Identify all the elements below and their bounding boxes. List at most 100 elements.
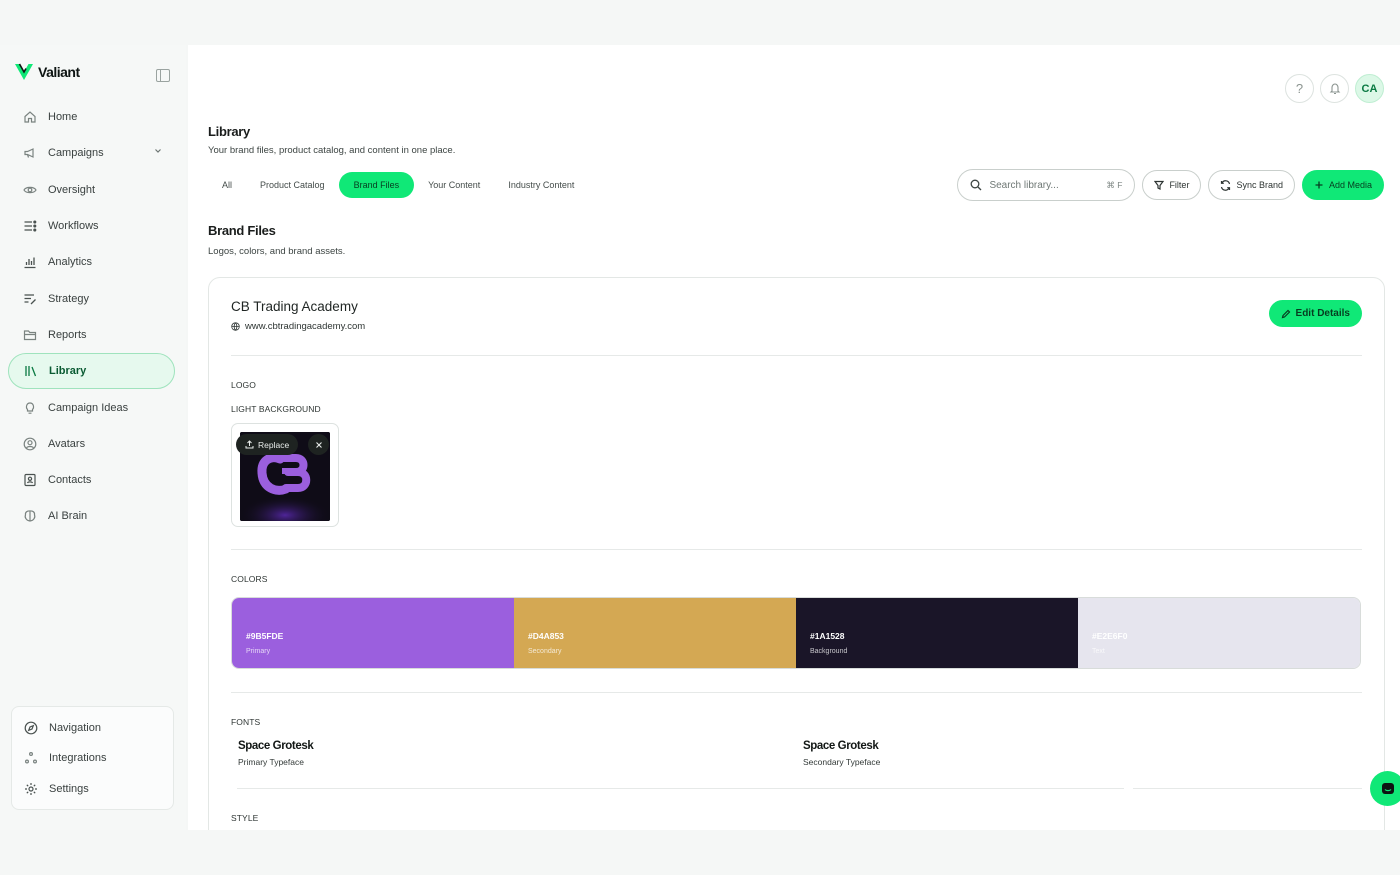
sidebar-item-ai-brain[interactable]: AI Brain [8, 498, 175, 534]
fonts-section-label: FONTS [231, 717, 261, 727]
search-input[interactable]: Search library... ⌘ F [957, 169, 1136, 201]
header-actions: ? CA [1285, 74, 1384, 103]
search-shortcut: ⌘ F [1106, 179, 1123, 190]
tab-product-catalog[interactable]: Product Catalog [246, 172, 339, 198]
swatch-hex: #9B5FDE [246, 631, 284, 641]
sync-brand-button[interactable]: Sync Brand [1208, 170, 1295, 200]
library-toolbar: Search library... ⌘ F Filter Sync Brand … [957, 169, 1384, 201]
user-avatar[interactable]: CA [1355, 74, 1384, 103]
search-placeholder: Search library... [989, 179, 1059, 191]
sidebar-item-label: Library [49, 365, 87, 378]
sidebar-item-integrations[interactable]: Integrations [12, 743, 173, 773]
color-swatch-secondary[interactable]: #D4A853 Secondary [514, 598, 796, 668]
strategy-icon [22, 291, 37, 306]
megaphone-icon [22, 146, 37, 161]
remove-logo-button[interactable] [308, 434, 329, 455]
sidebar-item-navigation[interactable]: Navigation [12, 713, 173, 743]
sidebar-item-label: Campaigns [48, 147, 104, 160]
swatch-hex: #D4A853 [528, 631, 564, 641]
tab-your-content[interactable]: Your Content [414, 172, 494, 198]
sidebar-item-contacts[interactable]: Contacts [8, 462, 175, 498]
sidebar-item-oversight[interactable]: Oversight [8, 172, 175, 208]
sidebar-item-label: Workflows [48, 220, 99, 233]
sidebar-item-label: Strategy [48, 292, 89, 305]
divider [231, 355, 1362, 356]
filter-label: Filter [1169, 180, 1190, 190]
help-button[interactable]: ? [1285, 74, 1314, 103]
sidebar: Valiant Home Campaigns Oversight Workflo… [0, 45, 186, 830]
brand-name: Valiant [38, 64, 80, 80]
brand-url-text: www.cbtradingacademy.com [245, 321, 366, 332]
divider [231, 692, 1362, 693]
close-icon [315, 441, 322, 448]
bar-chart-icon [22, 255, 37, 270]
primary-font-role: Primary Typeface [238, 757, 304, 767]
swatch-role: Primary [246, 648, 271, 655]
sidebar-item-label: Navigation [49, 722, 101, 735]
sidebar-item-label: Contacts [48, 474, 92, 487]
upload-icon [245, 440, 254, 449]
section-title: Brand Files [208, 223, 276, 238]
sidebar-toggle-icon[interactable] [156, 69, 170, 82]
main-panel: ? CA Library Your brand files, product c… [188, 45, 1400, 830]
user-circle-icon [22, 436, 37, 451]
sidebar-nav: Home Campaigns Oversight Workflows Analy… [8, 99, 175, 535]
sidebar-item-label: AI Brain [48, 510, 88, 523]
notifications-button[interactable] [1320, 74, 1349, 103]
sidebar-item-home[interactable]: Home [8, 99, 175, 135]
secondary-font-name: Space Grotesk [803, 740, 879, 752]
tab-all[interactable]: All [208, 172, 246, 198]
colors-section-label: COLORS [231, 574, 268, 584]
sidebar-item-workflows[interactable]: Workflows [8, 208, 175, 244]
sidebar-item-library[interactable]: Library [8, 353, 175, 390]
sidebar-item-label: Settings [49, 782, 89, 795]
lightbulb-icon [22, 400, 37, 415]
color-palette: #9B5FDE Primary #D4A853 Secondary #1A152… [231, 597, 1361, 669]
chevron-down-icon[interactable] [153, 146, 163, 156]
filter-button[interactable]: Filter [1142, 170, 1202, 200]
brand-url[interactable]: www.cbtradingacademy.com [231, 321, 365, 332]
library-tabs: All Product Catalog Brand Files Your Con… [208, 172, 588, 198]
color-swatch-primary[interactable]: #9B5FDE Primary [232, 598, 514, 668]
page-subtitle: Your brand files, product catalog, and c… [208, 145, 456, 156]
swatch-role: Text [1092, 648, 1105, 655]
secondary-font-role: Secondary Typeface [803, 757, 881, 767]
sidebar-item-label: Avatars [48, 437, 86, 450]
replace-logo-button[interactable]: Replace [236, 434, 299, 455]
sidebar-item-campaign-ideas[interactable]: Campaign Ideas [8, 389, 175, 425]
tab-industry-content[interactable]: Industry Content [494, 172, 588, 198]
color-swatch-background[interactable]: #1A1528 Background [796, 598, 1078, 668]
section-subtitle: Logos, colors, and brand assets. [208, 246, 346, 257]
primary-font-name: Space Grotesk [238, 740, 314, 752]
edit-details-button[interactable]: Edit Details [1268, 300, 1362, 327]
sidebar-item-campaigns[interactable]: Campaigns [8, 135, 175, 171]
bell-icon [1329, 83, 1340, 95]
sidebar-item-reports[interactable]: Reports [8, 317, 175, 353]
style-section-label: STYLE [231, 813, 259, 823]
refresh-icon [1221, 179, 1231, 191]
sidebar-item-analytics[interactable]: Analytics [8, 244, 175, 280]
brand-card-name: CB Trading Academy [231, 299, 358, 314]
sidebar-item-label: Reports [48, 328, 87, 341]
chat-icon [1381, 782, 1394, 794]
sidebar-item-avatars[interactable]: Avatars [8, 426, 175, 462]
logo-upload-tile[interactable]: Replace [231, 423, 339, 527]
plus-icon [1315, 181, 1323, 189]
search-icon [970, 179, 982, 191]
color-swatch-text[interactable]: #E2E6F0 Text [1078, 598, 1360, 668]
chat-support-button[interactable] [1370, 771, 1400, 806]
sidebar-item-strategy[interactable]: Strategy [8, 280, 175, 316]
gear-icon [23, 781, 38, 796]
brain-icon [22, 509, 37, 524]
sync-brand-label: Sync Brand [1236, 180, 1283, 190]
swatch-hex: #1A1528 [810, 631, 845, 641]
globe-icon [231, 322, 240, 331]
brand-card: CB Trading Academy www.cbtradingacademy.… [208, 277, 1385, 830]
tab-brand-files[interactable]: Brand Files [338, 172, 415, 198]
add-media-button[interactable]: Add Media [1301, 170, 1384, 200]
brand-logo[interactable]: Valiant [14, 63, 80, 81]
logo-section-label: LOGO [231, 380, 256, 390]
library-icon [23, 364, 38, 379]
divider [1133, 788, 1362, 789]
sidebar-item-settings[interactable]: Settings [12, 774, 173, 804]
